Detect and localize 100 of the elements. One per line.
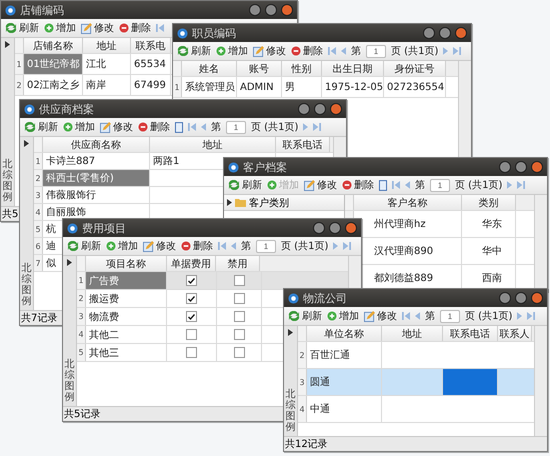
page-field[interactable]: 1: [366, 44, 386, 58]
close-button[interactable]: [330, 103, 342, 115]
next-button[interactable]: [333, 242, 338, 250]
selected-cell[interactable]: 广告费: [86, 272, 167, 289]
refresh-button[interactable]: 刷新: [228, 178, 262, 192]
prev-button[interactable]: [341, 47, 346, 55]
prev-button[interactable]: [201, 123, 206, 131]
maximize-button[interactable]: [265, 4, 277, 16]
maximize-button[interactable]: [515, 292, 527, 304]
column-header[interactable]: 地址: [83, 38, 131, 53]
close-button[interactable]: [531, 161, 543, 173]
edit-button[interactable]: 修改: [100, 120, 133, 134]
column-header[interactable]: 单据费用: [167, 256, 216, 271]
checkbox[interactable]: [234, 311, 244, 322]
refresh-button[interactable]: 刷新: [5, 21, 39, 35]
refresh-button[interactable]: 刷新: [24, 120, 58, 134]
minimize-button[interactable]: [313, 222, 325, 234]
column-header[interactable]: 单位名称: [307, 326, 382, 341]
last-button[interactable]: [453, 47, 462, 55]
delete-button[interactable]: 删除: [119, 21, 151, 35]
last-button[interactable]: [313, 123, 322, 131]
delete-button[interactable]: 删除: [138, 120, 170, 134]
minimize-button[interactable]: [249, 4, 261, 16]
close-button[interactable]: [455, 27, 467, 39]
column-header[interactable]: 店铺名称: [24, 38, 83, 53]
next-button[interactable]: [517, 312, 522, 320]
column-header[interactable]: 联系人: [498, 326, 532, 341]
delete-button[interactable]: 删除: [291, 44, 323, 58]
refresh-button[interactable]: 刷新: [288, 309, 322, 323]
prev-button[interactable]: [415, 312, 420, 320]
column-header[interactable]: 联系电: [131, 38, 171, 53]
column-header[interactable]: 性别: [282, 61, 322, 76]
checkbox[interactable]: [186, 275, 197, 286]
last-button[interactable]: [343, 242, 352, 250]
prev-button[interactable]: [231, 242, 236, 250]
close-button[interactable]: [531, 292, 543, 304]
page-field[interactable]: 1: [226, 120, 246, 134]
minimize-button[interactable]: [499, 161, 511, 173]
first-button[interactable]: [218, 242, 226, 250]
checkbox[interactable]: [186, 329, 197, 340]
selected-cell[interactable]: 科西士(零售价): [43, 170, 150, 186]
delete-button[interactable]: 删除: [181, 239, 213, 253]
minimize-button[interactable]: [423, 27, 435, 39]
page-field[interactable]: 1: [440, 310, 460, 322]
add-button[interactable]: 增加: [106, 239, 138, 253]
minimize-button[interactable]: [298, 103, 310, 115]
checkbox[interactable]: [234, 293, 244, 304]
checkbox[interactable]: [234, 275, 244, 286]
column-header[interactable]: 地址: [382, 326, 443, 341]
first-button[interactable]: [156, 24, 164, 32]
maximize-button[interactable]: [329, 222, 341, 234]
edit-button[interactable]: 修改: [143, 239, 176, 253]
column-header[interactable]: 禁用: [216, 256, 260, 271]
last-button[interactable]: [517, 181, 526, 189]
maximize-button[interactable]: [314, 103, 326, 115]
column-header[interactable]: 联系电话: [443, 326, 498, 341]
next-button[interactable]: [303, 123, 308, 131]
first-button[interactable]: [392, 181, 400, 189]
column-header[interactable]: 供应商名称: [43, 137, 150, 152]
export-button[interactable]: [379, 180, 387, 190]
selected-row[interactable]: 1 广告费: [77, 272, 348, 290]
selected-cell[interactable]: 01世纪帝都: [24, 54, 83, 74]
checkbox[interactable]: [186, 311, 197, 322]
add-button[interactable]: 增加: [44, 21, 76, 35]
close-button[interactable]: [345, 222, 357, 234]
add-button[interactable]: 增加: [216, 44, 248, 58]
column-header[interactable]: 姓名: [182, 61, 237, 76]
column-header[interactable]: 出生日期: [322, 61, 384, 76]
next-button[interactable]: [443, 47, 448, 55]
edit-button[interactable]: 修改: [81, 21, 114, 35]
column-header[interactable]: 身份证号: [384, 61, 446, 76]
refresh-button[interactable]: 刷新: [67, 239, 101, 253]
edit-button[interactable]: 修改: [253, 44, 286, 58]
column-header[interactable]: 项目名称: [86, 256, 167, 271]
checkbox[interactable]: [234, 329, 244, 340]
checkbox[interactable]: [234, 347, 244, 358]
minimize-button[interactable]: [499, 292, 511, 304]
prev-button[interactable]: [405, 181, 410, 189]
refresh-button[interactable]: 刷新: [177, 44, 211, 58]
next-button[interactable]: [507, 181, 512, 189]
column-header[interactable]: 客户名称: [354, 195, 462, 210]
first-button[interactable]: [188, 123, 196, 131]
page-field[interactable]: 1: [256, 240, 276, 252]
column-header[interactable]: 账号: [237, 61, 282, 76]
checkbox[interactable]: [186, 347, 197, 358]
first-button[interactable]: [328, 47, 336, 55]
maximize-button[interactable]: [439, 27, 451, 39]
column-header[interactable]: 类别: [462, 195, 516, 210]
selected-row[interactable]: 3 圆通: [298, 369, 534, 396]
maximize-button[interactable]: [515, 161, 527, 173]
last-button[interactable]: [527, 312, 536, 320]
delete-button[interactable]: 删除: [342, 178, 374, 192]
column-header[interactable]: 联系电话: [276, 137, 330, 152]
export-button[interactable]: [175, 122, 183, 132]
selected-cell[interactable]: [443, 369, 498, 395]
page-field[interactable]: 1: [430, 178, 450, 192]
column-header[interactable]: 地址: [150, 137, 276, 152]
edit-button[interactable]: 修改: [304, 178, 337, 192]
checkbox[interactable]: [186, 293, 197, 304]
close-button[interactable]: [281, 4, 293, 16]
